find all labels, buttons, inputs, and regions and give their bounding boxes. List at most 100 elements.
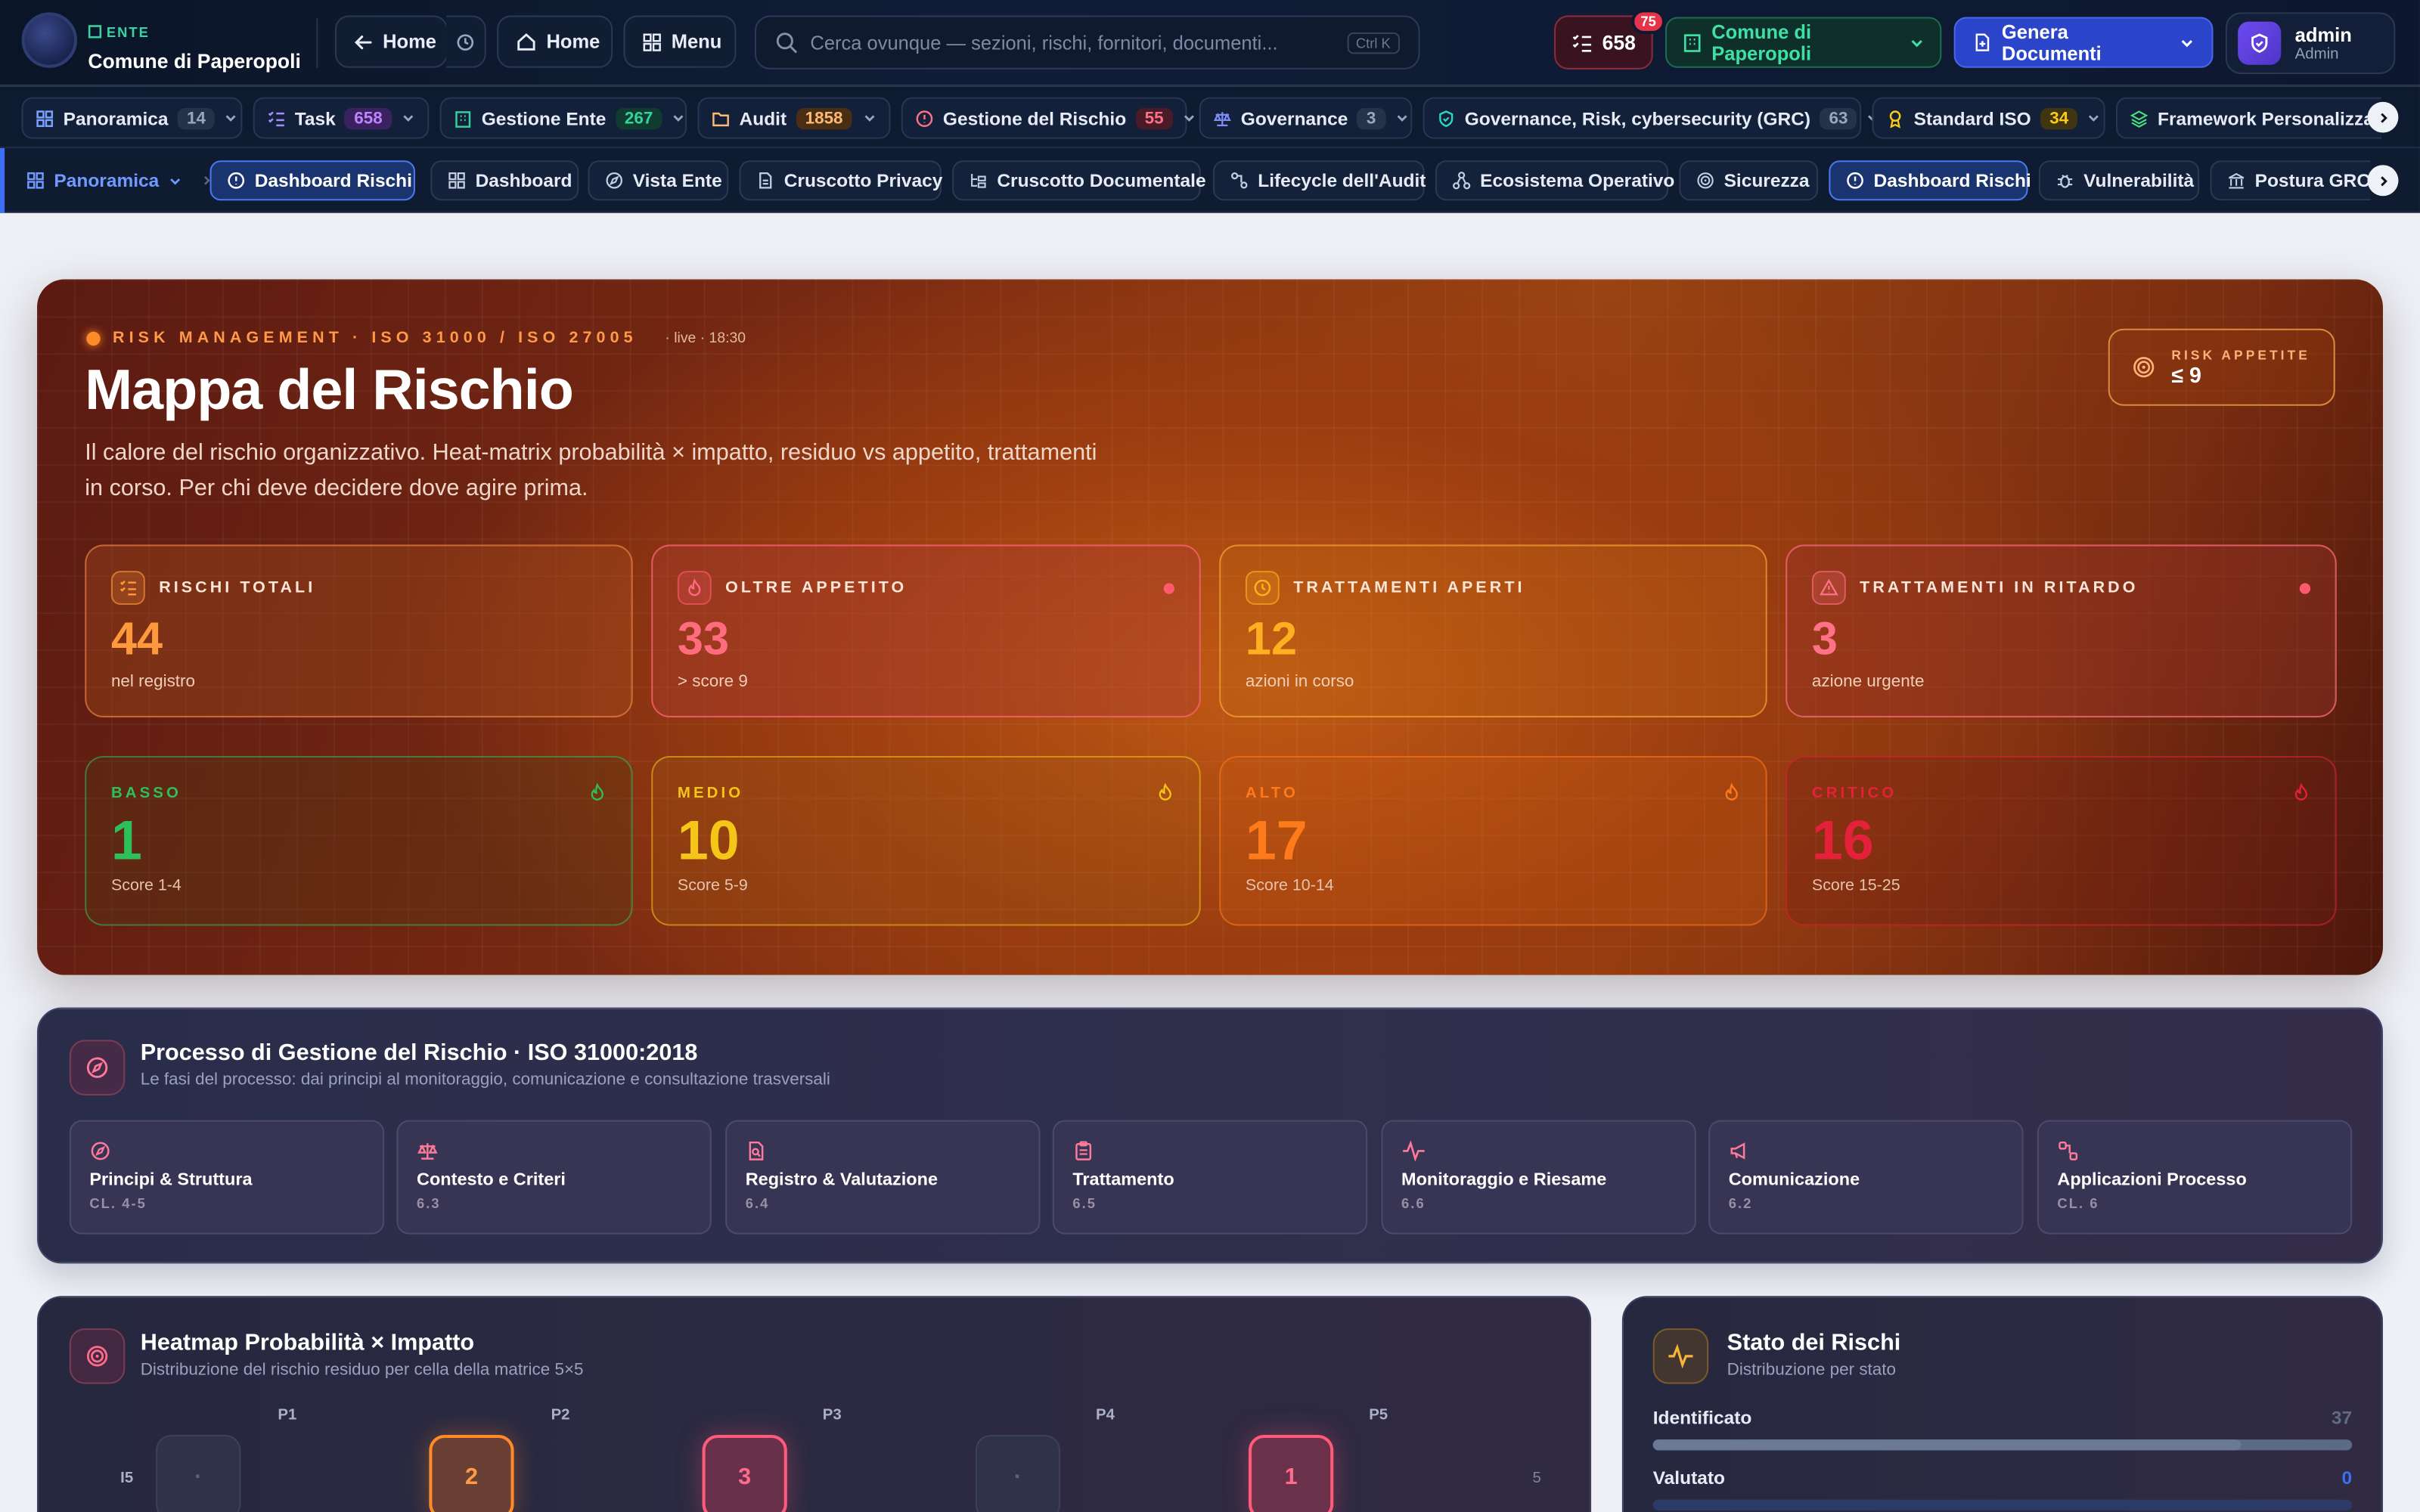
workflow-icon xyxy=(1230,172,1249,190)
step-name: Comunicazione xyxy=(1728,1170,1860,1190)
step-clause: CL. 6 xyxy=(2057,1195,2099,1212)
subtab-dashboard[interactable]: Dashboard xyxy=(430,160,579,201)
document-icon xyxy=(756,172,774,190)
back-button[interactable]: Home xyxy=(334,15,448,68)
kpi-value: 12 xyxy=(1245,614,1298,665)
module-count: 55 xyxy=(1135,107,1173,129)
step-clause: 6.5 xyxy=(1072,1195,1097,1212)
subnav-scroll-right-button[interactable] xyxy=(2367,165,2399,197)
module-tab-standard-iso[interactable]: Standard ISO 34 xyxy=(1872,97,2105,139)
kpi-value: 33 xyxy=(677,614,730,665)
breadcrumb[interactable]: Panoramica xyxy=(26,169,213,191)
level-label: MEDIO xyxy=(677,785,744,803)
module-tab-grc[interactable]: Governance, Risk, cybersecurity (GRC) 63 xyxy=(1423,97,1879,139)
subtab-cruscotto-privacy[interactable]: Cruscotto Privacy xyxy=(739,160,942,201)
subtab-ecosistema-operativo[interactable]: Ecosistema Operativo xyxy=(1435,160,1674,201)
ente-logo[interactable] xyxy=(21,12,78,68)
layers-icon xyxy=(2130,109,2149,127)
kpi-card-rischi-totali[interactable]: RISCHI TOTALI 44 nel registro xyxy=(85,544,633,717)
level-card-critico[interactable]: CRITICO 16 Score 15-25 xyxy=(1786,755,2337,926)
live-dot xyxy=(86,330,101,345)
ente-select[interactable]: Comune di Paperopoli xyxy=(1665,17,1942,68)
heatmap-cell[interactable]: 1 xyxy=(1249,1434,1334,1512)
kpi-card-oltre-appetito[interactable]: OLTRE APPETITO 33 > score 9 xyxy=(651,544,1201,717)
shield-icon xyxy=(2248,33,2270,54)
current-page-chip[interactable]: Dashboard Rischi xyxy=(209,160,415,201)
status-bar-track xyxy=(1652,1499,2353,1510)
level-card-medio[interactable]: MEDIO 10 Score 5-9 xyxy=(651,755,1201,926)
module-tab-panoramica[interactable]: Panoramica 14 xyxy=(21,97,243,139)
heatmap-col-label: P4 xyxy=(1095,1407,1115,1424)
search-icon xyxy=(774,31,798,54)
search-shortcut: Ctrl K xyxy=(1346,31,1401,54)
back-label: Home xyxy=(383,30,437,53)
subtab-label: Dashboard Rischi xyxy=(1873,169,2031,192)
module-label: Framework Personalizzati xyxy=(2158,107,2369,129)
activity-icon xyxy=(1401,1140,1676,1162)
heatmap-col-label: P5 xyxy=(1369,1407,1388,1424)
process-step-registro[interactable]: Registro & Valutazione 6.4 xyxy=(725,1120,1041,1235)
scroll-right-button[interactable] xyxy=(2367,101,2399,133)
compass-icon xyxy=(605,172,623,190)
heatmap-cell[interactable]: · xyxy=(156,1434,241,1512)
chevron-down-icon xyxy=(1395,111,1408,125)
process-step-monitoraggio[interactable]: Monitoraggio e Riesame 6.6 xyxy=(1381,1120,1696,1235)
module-tab-task[interactable]: Task 658 xyxy=(253,97,430,139)
level-value: 10 xyxy=(677,808,740,872)
process-subtitle: Le fasi del processo: dai principi al mo… xyxy=(140,1070,830,1089)
level-range: Score 5-9 xyxy=(677,876,748,895)
award-icon xyxy=(1886,109,1904,128)
appetite-label: RISK APPETITE xyxy=(2171,347,2310,363)
menu-button[interactable]: Menu xyxy=(623,15,737,68)
status-bar-track xyxy=(1652,1439,2353,1451)
heatmap-panel: Heatmap Probabilità × Impatto Distribuzi… xyxy=(36,1296,1592,1512)
generate-label: Genera Documenti xyxy=(2001,20,2102,64)
subtab-postura-grc[interactable]: Postura GRC xyxy=(2210,160,2371,201)
module-tab-audit[interactable]: Audit 1858 xyxy=(697,97,891,139)
process-title: Processo di Gestione del Rischio · ISO 3… xyxy=(140,1040,698,1067)
heatmap-cell[interactable]: · xyxy=(975,1434,1061,1512)
bank-icon xyxy=(2227,172,2245,190)
user-menu[interactable]: admin Admin xyxy=(2225,12,2396,74)
alert-dot xyxy=(1163,583,1175,594)
process-step-contesto[interactable]: Contesto e Criteri 6.3 xyxy=(396,1120,712,1235)
module-tab-gestione-rischio[interactable]: Gestione del Rischio 55 xyxy=(901,97,1194,139)
subtab-sicurezza[interactable]: Sicurezza xyxy=(1679,160,1819,201)
subtab-lifecycle-audit[interactable]: Lifecycle dell'Audit xyxy=(1213,160,1426,201)
level-card-alto[interactable]: ALTO 17 Score 10-14 xyxy=(1219,755,1767,926)
kpi-card-trattamenti-ritardo[interactable]: TRATTAMENTI IN RITARDO 3 azione urgente xyxy=(1786,544,2337,717)
heatmap-cell[interactable]: 2 xyxy=(429,1434,514,1512)
process-step-comunicazione[interactable]: Comunicazione 6.2 xyxy=(1708,1120,2024,1235)
risk-appetite-badge: RISK APPETITE ≤ 9 xyxy=(2108,328,2335,406)
subtab-dashboard-rischi[interactable]: Dashboard Rischi xyxy=(1829,160,2031,201)
page-lead: Il calore del rischio organizzativo. Hea… xyxy=(85,439,1097,502)
document-icon xyxy=(1972,33,1993,53)
kpi-card-trattamenti-aperti[interactable]: TRATTAMENTI APERTI 12 azioni in corso xyxy=(1219,544,1767,717)
status-value: 0 xyxy=(2341,1467,2353,1489)
heatmap-cell[interactable]: 3 xyxy=(702,1434,787,1512)
step-clause: 6.2 xyxy=(1728,1195,1753,1212)
subtab-vista-ente[interactable]: Vista Ente xyxy=(588,160,729,201)
kpi-sub: azione urgente xyxy=(1811,672,1925,692)
grid-icon xyxy=(26,172,45,190)
grid-icon xyxy=(642,32,662,52)
subtab-vulnerabilita[interactable]: Vulnerabilità xyxy=(2038,160,2200,201)
module-tab-framework[interactable]: Framework Personalizzati xyxy=(2115,97,2381,139)
process-step-principi[interactable]: Principi & Struttura CL. 4-5 xyxy=(69,1120,385,1235)
history-button[interactable] xyxy=(445,15,486,68)
compass-icon xyxy=(89,1140,364,1162)
menu-label: Menu xyxy=(671,30,722,53)
subtab-cruscotto-documentale[interactable]: Cruscotto Documentale xyxy=(952,160,1206,201)
fingerprint-icon xyxy=(1696,172,1714,190)
module-tab-governance[interactable]: Governance 3 xyxy=(1199,97,1413,139)
module-tab-gestione-ente[interactable]: Gestione Ente 267 xyxy=(439,97,687,139)
search-input[interactable]: Cerca ovunque — sezioni, rischi, fornito… xyxy=(754,15,1420,70)
generate-documents-button[interactable]: Genera Documenti xyxy=(1953,17,2214,68)
alert-circle-icon xyxy=(227,172,245,190)
process-step-applicazioni[interactable]: Applicazioni Processo CL. 6 xyxy=(2037,1120,2353,1235)
subtab-label: Cruscotto Documentale xyxy=(997,169,1206,192)
process-step-trattamento[interactable]: Trattamento 6.5 xyxy=(1052,1120,1368,1235)
level-card-basso[interactable]: BASSO 1 Score 1-4 xyxy=(85,755,633,926)
step-name: Trattamento xyxy=(1072,1170,1174,1190)
home-button[interactable]: Home xyxy=(497,15,613,68)
